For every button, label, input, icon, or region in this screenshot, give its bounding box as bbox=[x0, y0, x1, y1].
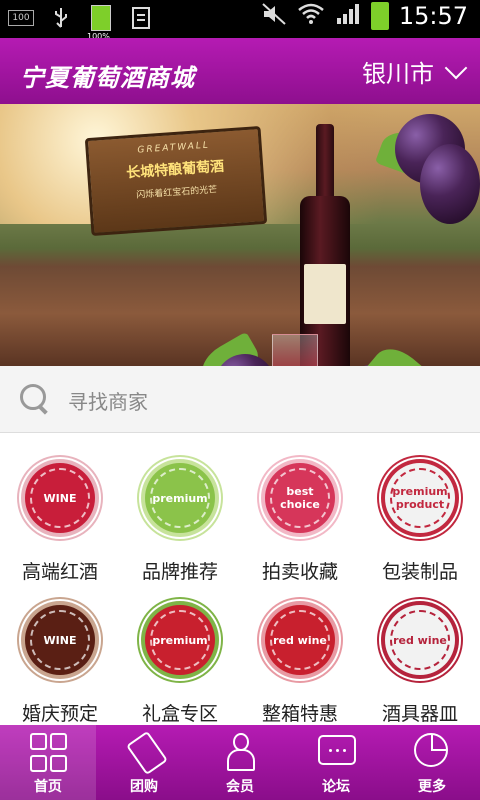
category-label: 整箱特惠 bbox=[261, 703, 338, 725]
mute-icon bbox=[261, 2, 287, 30]
category-badge-icon: WINE bbox=[25, 463, 95, 533]
tab-label: 首页 bbox=[34, 779, 62, 795]
usb-icon bbox=[48, 6, 74, 30]
pie-chart-icon bbox=[414, 733, 450, 769]
app-header: 宁夏葡萄酒商城 银川市 bbox=[0, 38, 480, 104]
bottom-tab-bar: 首页 团购 会员 论坛 更多 bbox=[0, 725, 480, 800]
notification-box-icon: 100 bbox=[8, 6, 34, 30]
status-time: 15:57 bbox=[398, 2, 468, 30]
category-label: 礼盒专区 bbox=[141, 703, 218, 725]
category-badge-icon: premium bbox=[145, 605, 215, 675]
category-badge-icon: premium product bbox=[385, 463, 455, 533]
category-item[interactable]: best choice 拍卖收藏 bbox=[240, 433, 360, 583]
vine-leaf bbox=[364, 339, 436, 366]
chat-icon bbox=[318, 733, 356, 769]
category-item[interactable]: premium product 包装制品 bbox=[360, 433, 480, 583]
category-label: 酒具器皿 bbox=[381, 703, 458, 725]
battery-icon bbox=[370, 2, 389, 30]
signal-icon bbox=[335, 2, 361, 30]
tab-3[interactable]: 论坛 bbox=[288, 725, 384, 800]
app-title: 宁夏葡萄酒商城 bbox=[20, 64, 195, 92]
category-badge-icon: best choice bbox=[265, 463, 335, 533]
city-label: 银川市 bbox=[362, 60, 434, 88]
search-icon bbox=[20, 384, 50, 415]
document-icon bbox=[128, 6, 154, 30]
category-badge-icon: red wine bbox=[265, 605, 335, 675]
category-badge-icon: red wine bbox=[385, 605, 455, 675]
category-item[interactable]: WINE 婚庆预定 bbox=[0, 575, 120, 725]
user-icon bbox=[222, 733, 258, 771]
tab-2[interactable]: 会员 bbox=[192, 725, 288, 800]
home-grid-icon bbox=[30, 733, 67, 772]
tab-4[interactable]: 更多 bbox=[384, 725, 480, 800]
category-badge-icon: WINE bbox=[25, 605, 95, 675]
tab-label: 论坛 bbox=[322, 779, 350, 795]
battery-small-icon: 100% bbox=[87, 5, 114, 41]
category-item[interactable]: red wine 整箱特惠 bbox=[240, 575, 360, 725]
category-item[interactable]: premium 礼盒专区 bbox=[120, 575, 240, 725]
tab-0[interactable]: 首页 bbox=[0, 725, 96, 800]
category-item[interactable]: red wine 酒具器皿 bbox=[360, 575, 480, 725]
status-bar: 100 100% 15:57 bbox=[0, 0, 480, 41]
promo-banner[interactable]: GREATWALL 长城特酿葡萄酒 闪烁着红宝石的光芒 bbox=[0, 104, 480, 366]
tab-label: 团购 bbox=[130, 779, 158, 795]
search-placeholder: 寻找商家 bbox=[68, 390, 148, 414]
tab-label: 会员 bbox=[226, 779, 254, 795]
grape-cluster bbox=[420, 144, 480, 224]
wifi-icon bbox=[297, 2, 325, 30]
sale-tag-icon bbox=[126, 730, 168, 776]
banner-sign: GREATWALL 长城特酿葡萄酒 闪烁着红宝石的光芒 bbox=[84, 125, 268, 237]
tab-label: 更多 bbox=[418, 779, 446, 795]
category-item[interactable]: premium 品牌推荐 bbox=[120, 433, 240, 583]
wine-glass bbox=[272, 334, 318, 366]
category-label: 婚庆预定 bbox=[21, 703, 98, 725]
tab-1[interactable]: 团购 bbox=[96, 725, 192, 800]
chevron-down-icon bbox=[444, 56, 468, 79]
city-selector[interactable]: 银川市 bbox=[362, 54, 468, 89]
category-item[interactable]: WINE 高端红酒 bbox=[0, 433, 120, 583]
category-badge-icon: premium bbox=[145, 463, 215, 533]
category-grid: WINE 高端红酒 premium 品牌推荐 best choice 拍卖收藏 premiu… bbox=[0, 433, 480, 725]
wine-bottle bbox=[300, 124, 350, 366]
search-bar[interactable]: 寻找商家 bbox=[0, 366, 480, 433]
